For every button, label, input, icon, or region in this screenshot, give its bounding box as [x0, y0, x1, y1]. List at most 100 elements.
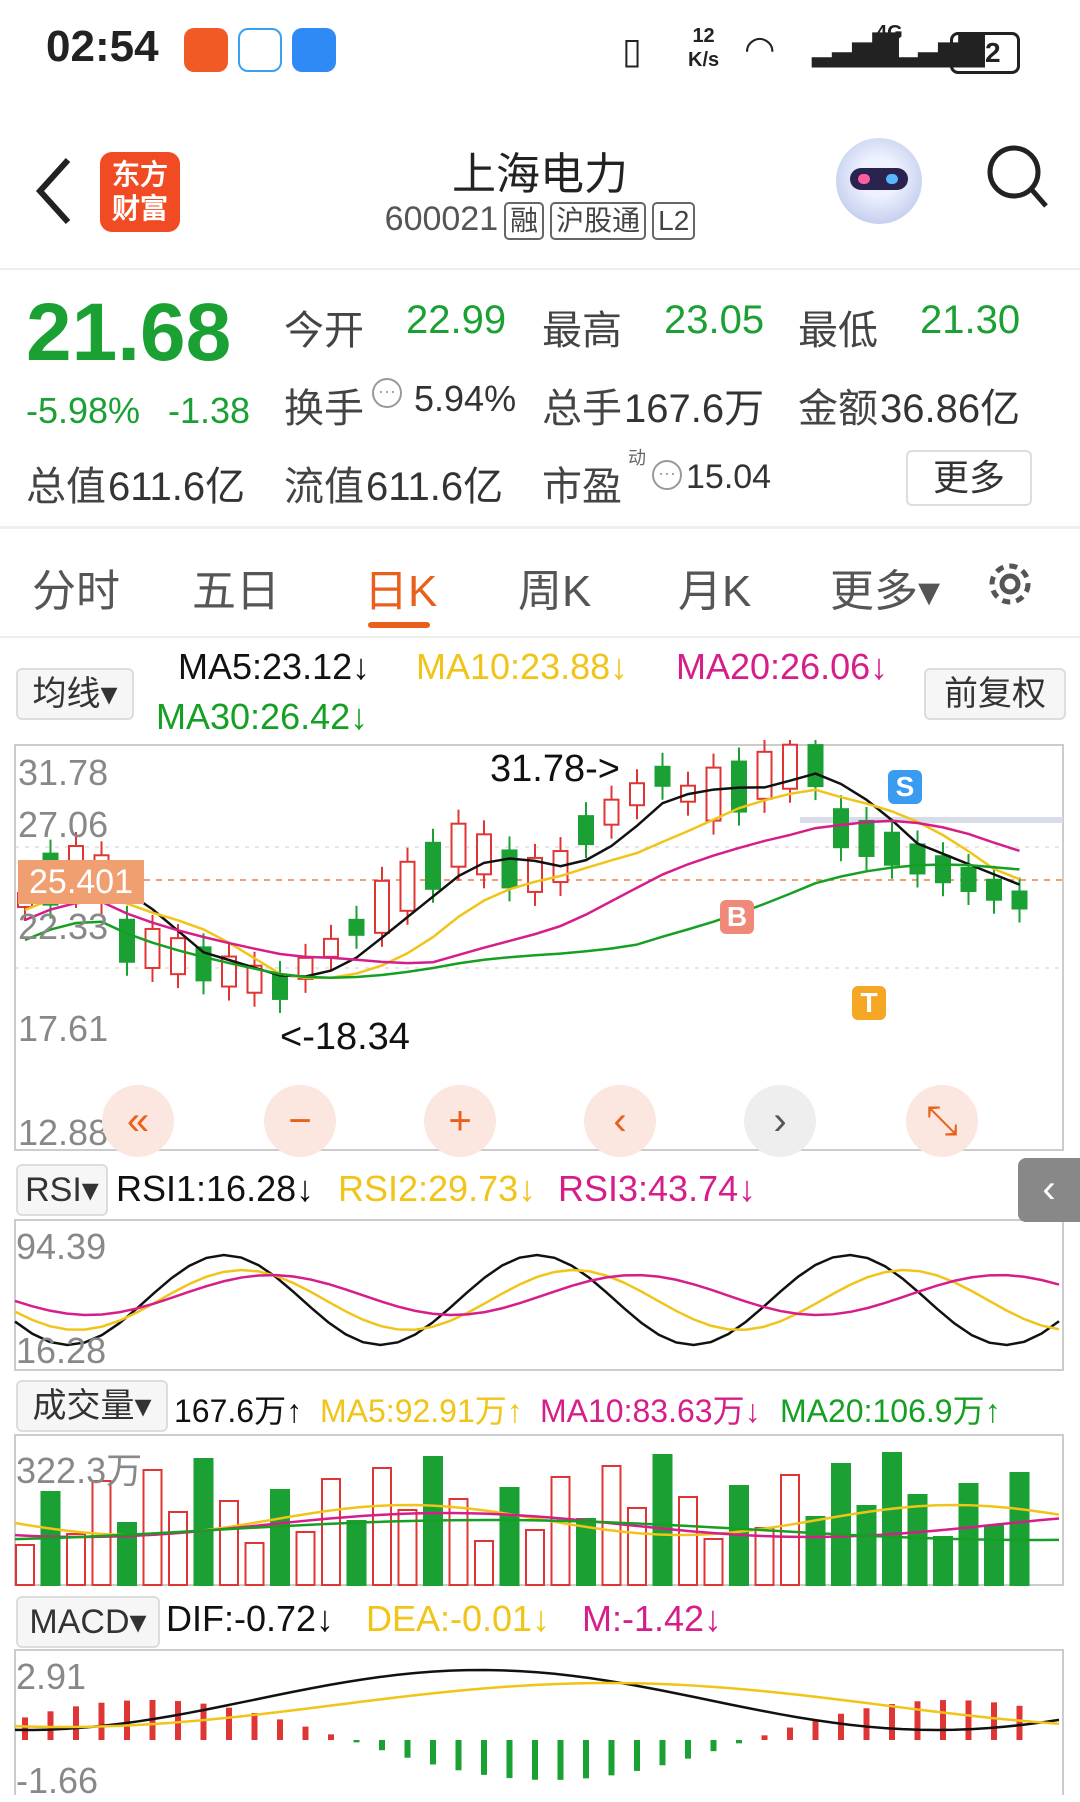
candle-body	[909, 843, 926, 875]
zoom-out-button[interactable]: −	[264, 1085, 336, 1157]
macd-histogram-bar	[481, 1740, 487, 1775]
tab-intraday[interactable]: 分时	[32, 555, 120, 619]
candle-body	[272, 973, 288, 1000]
macd-select[interactable]: MACD▾	[16, 1596, 160, 1648]
app-notification-icon	[184, 28, 228, 72]
macd-histogram-bar	[73, 1706, 79, 1740]
scroll-first-button[interactable]: «	[102, 1085, 174, 1157]
macd-histogram-bar	[583, 1740, 589, 1779]
candle-body	[450, 822, 467, 868]
candle-body	[986, 878, 1002, 901]
zoom-in-button[interactable]: +	[424, 1085, 496, 1157]
amount-label: 金额	[798, 387, 878, 431]
volume-ma20: MA20:106.9万↑	[780, 1393, 1001, 1429]
ma5-label: MA5:23.12↓	[178, 646, 371, 687]
turnover-value: 5.94%	[414, 378, 517, 419]
message-notification-icon	[292, 28, 336, 72]
macd-histogram-bar	[965, 1700, 972, 1740]
macd-histogram-bar	[98, 1702, 105, 1740]
more-button[interactable]: 更多	[906, 450, 1032, 506]
rsi1-label: RSI1:16.28↓	[116, 1168, 315, 1209]
t-marker[interactable]: T	[852, 986, 886, 1020]
open-value: 22.99	[406, 298, 507, 342]
volume-bar	[933, 1536, 953, 1586]
low-label: 最低	[798, 309, 878, 353]
candle-body	[654, 765, 671, 787]
scroll-left-button[interactable]: ‹	[584, 1085, 656, 1157]
volume-bar	[499, 1487, 520, 1586]
mktcap-label: 总值	[26, 465, 106, 509]
rsi-select[interactable]: RSI▾	[16, 1164, 108, 1216]
volume-bar	[66, 1533, 86, 1586]
candle-body	[705, 766, 722, 822]
amount-value: 36.86亿	[880, 387, 1021, 431]
rsi1-line	[14, 1253, 1060, 1347]
macd-histogram-bar	[991, 1702, 997, 1740]
macd-histogram-bar	[47, 1711, 54, 1740]
low-annotation: <-18.34	[280, 1016, 410, 1058]
volume-bar	[550, 1476, 571, 1586]
candle-body	[501, 849, 518, 889]
candle-body	[603, 798, 620, 826]
high-label: 最高	[542, 309, 622, 353]
battery-indicator: 32	[950, 32, 1020, 74]
candle-body	[144, 927, 161, 969]
search-icon[interactable]	[984, 142, 1050, 210]
rsi-y-top: 94.39	[16, 1226, 107, 1267]
macd-histogram-bar	[506, 1740, 513, 1779]
robot-assistant-icon[interactable]	[836, 138, 922, 224]
volume-bar	[525, 1529, 545, 1586]
sell-marker[interactable]: S	[888, 770, 922, 804]
candle-body	[756, 750, 773, 800]
macd-histogram-bar	[863, 1708, 870, 1740]
tag-level2: L2	[652, 202, 696, 241]
volume-bar	[907, 1494, 928, 1586]
volume-select[interactable]: 成交量▾	[16, 1380, 168, 1432]
float-label: 流值	[284, 465, 364, 509]
macd-histogram-bar	[124, 1700, 130, 1740]
scroll-right-button[interactable]: ›	[744, 1085, 816, 1157]
collapse-panel-button[interactable]: ‹	[1018, 1158, 1080, 1222]
candle-body	[578, 815, 594, 846]
info-icon[interactable]: ···	[652, 460, 682, 490]
macd-histogram-bar	[812, 1720, 819, 1740]
stock-code-line: 600021 融沪股通 L2	[0, 200, 1080, 241]
turnover-label: 换手	[284, 387, 364, 431]
macd-histogram-bar	[277, 1719, 283, 1740]
indicator-select[interactable]: 均线▾	[16, 668, 134, 720]
settings-gear-icon[interactable]	[982, 556, 1038, 612]
macd-histogram-bar	[608, 1740, 615, 1776]
volume-bar	[984, 1525, 1004, 1586]
tab-more[interactable]: 更多▾	[830, 555, 940, 619]
rsi3-label: RSI3:43.74↓	[558, 1168, 757, 1209]
change-percent: -5.98%	[26, 390, 141, 431]
macd-histogram-bar	[353, 1740, 360, 1743]
tab-weekly-k[interactable]: 周K	[518, 555, 591, 619]
volume-value: 167.6万	[624, 387, 765, 431]
high-annotation: 31.78->	[490, 748, 620, 790]
volume-bar	[142, 1469, 163, 1586]
info-icon[interactable]: ···	[372, 378, 402, 408]
buy-marker[interactable]: B	[720, 900, 754, 934]
tab-five-day[interactable]: 五日	[192, 555, 280, 619]
volume-bar	[1009, 1472, 1030, 1586]
volume-bar	[168, 1511, 188, 1586]
candle-body	[399, 860, 416, 912]
chat-notification-icon	[238, 28, 282, 72]
candle-body	[374, 879, 390, 934]
y-label: 22.33	[18, 906, 109, 947]
status-bar: 02:54 ▯ 12 K/s ◠ ▂▃▅▇ 4G ▂▃▅▇ 32	[0, 0, 1080, 100]
vibrate-icon: ▯	[622, 30, 642, 71]
candle-body	[833, 808, 849, 849]
volume-bar	[958, 1483, 979, 1586]
adjust-button[interactable]: 前复权	[924, 668, 1066, 720]
status-time: 02:54	[46, 22, 159, 71]
macd-histogram-bar	[226, 1707, 232, 1740]
macd-histogram-bar	[557, 1740, 564, 1780]
tab-monthly-k[interactable]: 月K	[678, 555, 751, 619]
tab-daily-k[interactable]: 日K	[364, 555, 437, 619]
tag-connect: 沪股通	[550, 202, 647, 241]
fullscreen-button[interactable]: ⤡	[906, 1085, 978, 1157]
divider	[0, 526, 1080, 529]
divider	[0, 268, 1080, 270]
